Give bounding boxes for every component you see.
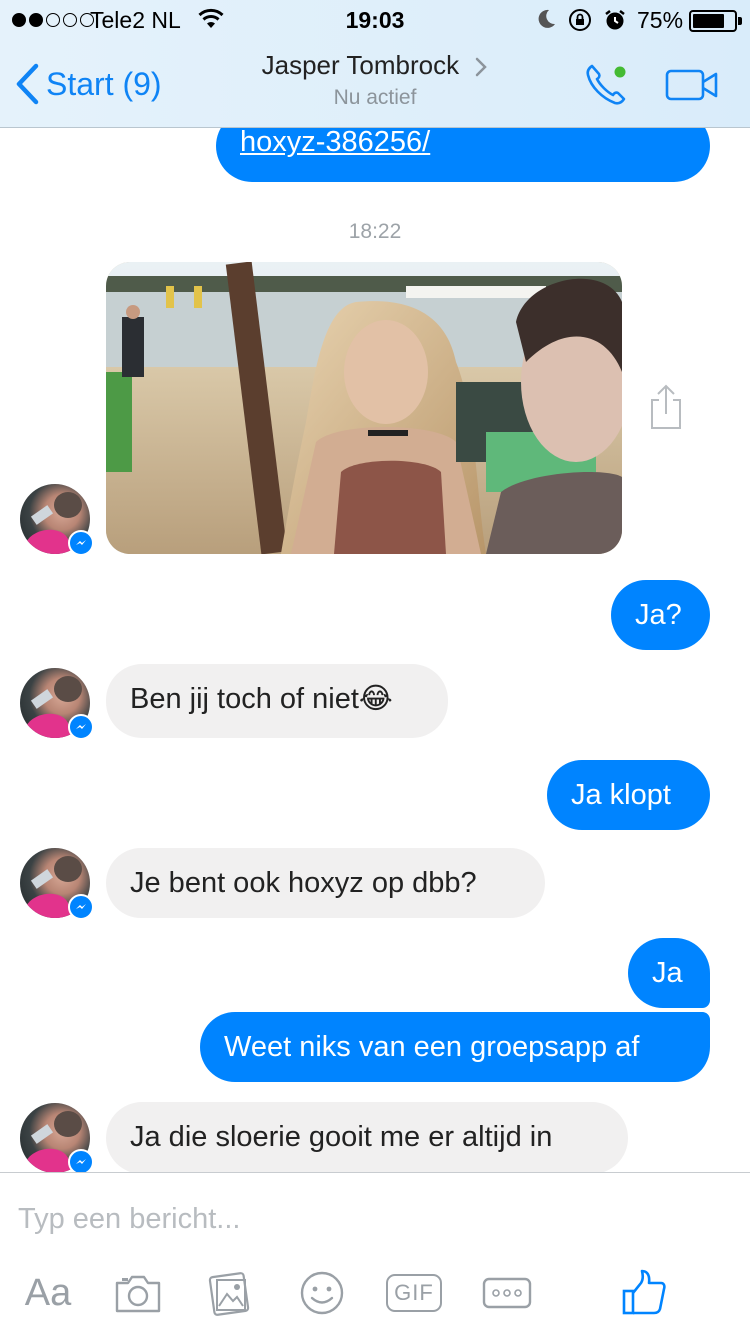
camera-icon[interactable]	[113, 1267, 163, 1319]
contact-status: Nu actief	[333, 86, 417, 109]
voice-call-button[interactable]	[582, 60, 632, 110]
status-bar: Tele2 NL 19:03 75%	[0, 0, 750, 40]
contact-avatar[interactable]	[20, 1103, 94, 1172]
contact-avatar[interactable]	[20, 848, 94, 920]
messenger-badge-icon	[68, 1149, 94, 1172]
share-icon[interactable]	[646, 382, 686, 432]
composer: Aa GIF	[0, 1172, 750, 1334]
message-outgoing[interactable]: Weet niks van een groepsapp af	[200, 1012, 710, 1082]
top-bar: Tele2 NL 19:03 75% Start (9) Jasper Tomb…	[0, 0, 750, 128]
battery-icon	[689, 10, 742, 32]
orientation-lock-icon	[569, 9, 591, 31]
messenger-badge-icon	[68, 894, 94, 920]
message-outgoing[interactable]: Ja?	[611, 580, 710, 650]
gallery-icon[interactable]	[206, 1267, 254, 1319]
gif-label: GIF	[394, 1280, 434, 1305]
message-outgoing[interactable]: Ja	[628, 938, 710, 1008]
message-incoming[interactable]: Ben jij toch of niet😂	[106, 664, 448, 738]
contact-name: Jasper Tombrock	[261, 50, 460, 80]
message-outgoing[interactable]: hoxyz-386256/	[216, 128, 710, 182]
gif-icon: GIF	[386, 1274, 442, 1312]
contact-name-button[interactable]: Jasper Tombrock	[0, 50, 750, 81]
message-incoming[interactable]: Ja die sloerie gooit me er altijd in	[106, 1102, 628, 1172]
like-icon[interactable]	[620, 1267, 668, 1319]
gif-button[interactable]: GIF	[386, 1267, 442, 1319]
online-indicator	[614, 66, 626, 78]
selfie-photo	[106, 262, 622, 554]
messenger-badge-icon	[68, 530, 94, 556]
chevron-right-icon	[476, 57, 488, 77]
contact-avatar[interactable]	[20, 484, 94, 556]
more-icon[interactable]	[481, 1267, 533, 1319]
message-input[interactable]	[18, 1191, 718, 1247]
message-timestamp: 18:22	[348, 220, 402, 243]
text-format-button[interactable]: Aa	[20, 1267, 76, 1319]
message-thread[interactable]: hoxyz-386256/ 18:22 Ja? Ben jij toch of …	[0, 128, 750, 1172]
video-call-button[interactable]	[664, 66, 720, 104]
do-not-disturb-icon	[538, 9, 555, 28]
message-link[interactable]: hoxyz-386256/	[240, 128, 430, 158]
battery-percentage: 75%	[637, 7, 684, 33]
messenger-badge-icon	[68, 714, 94, 740]
contact-avatar[interactable]	[20, 668, 94, 740]
message-incoming[interactable]: Je bent ook hoxyz op dbb?	[106, 848, 545, 918]
message-outgoing[interactable]: Ja klopt	[547, 760, 710, 830]
emoji-icon[interactable]	[298, 1267, 346, 1319]
photo-message[interactable]	[106, 262, 622, 554]
alarm-icon	[605, 10, 625, 30]
